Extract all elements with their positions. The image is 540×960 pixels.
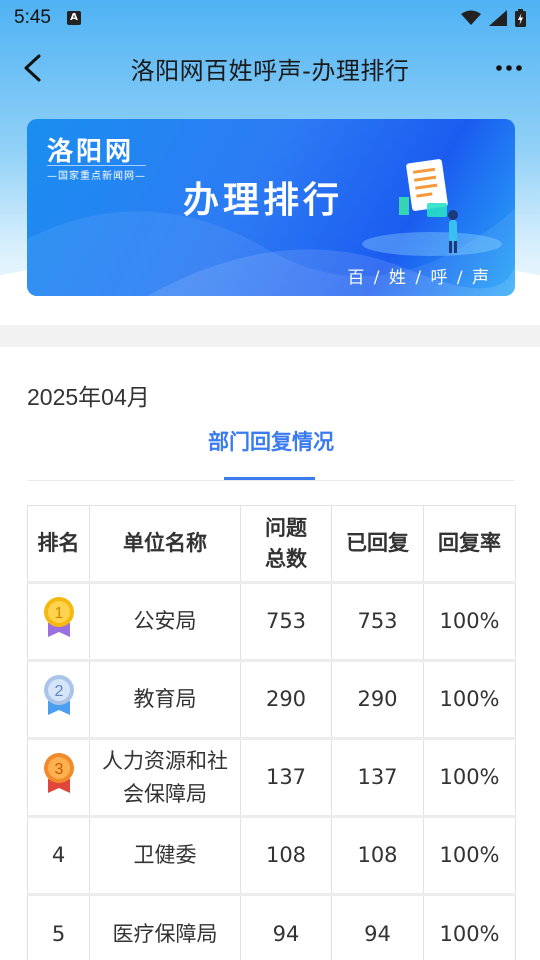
tab-bar: 部门回复情况 <box>27 418 515 481</box>
back-arrow-icon[interactable] <box>18 52 50 84</box>
gold-medal-icon: 1 <box>43 596 74 637</box>
bronze-medal-icon: 3 <box>43 752 74 793</box>
rank-cell: 4 <box>27 816 90 895</box>
header-unit: 单位名称 <box>89 505 241 583</box>
rate-cell: 100% <box>423 816 516 895</box>
table-row: 5 医疗保障局 94 94 100% <box>27 894 516 960</box>
signal-icon <box>489 10 507 26</box>
tab-active-indicator <box>224 477 315 480</box>
document-illustration-icon <box>399 159 458 253</box>
replied-cell: 753 <box>331 582 424 661</box>
rank-cell: 3 <box>27 738 90 817</box>
ranking-table: 排名 单位名称 问题总数 已回复 回复率 1 公安局 753 753 100% <box>27 505 516 960</box>
total-cell: 94 <box>240 894 332 960</box>
medal-number: 2 <box>54 683 63 700</box>
table-header-row: 排名 单位名称 问题总数 已回复 回复率 <box>27 505 516 583</box>
rate-cell: 100% <box>423 738 516 817</box>
replied-cell: 108 <box>331 816 424 895</box>
battery-icon <box>515 9 526 27</box>
rank-cell: 1 <box>27 582 90 661</box>
banner-title: 办理排行 <box>183 180 344 221</box>
rate-cell: 100% <box>423 582 516 661</box>
page-title: 洛阳网百姓呼声-办理排行 <box>130 56 410 85</box>
wifi-icon <box>461 10 481 25</box>
tab-department-reply[interactable]: 部门回复情况 <box>27 426 515 456</box>
banner-slogan: 百 / 姓 / 呼 / 声 <box>347 268 491 288</box>
header-total: 问题总数 <box>240 505 332 583</box>
notification-a-icon: A <box>66 11 81 25</box>
ranking-banner: 洛阳网 —国家重点新闻网— 办理排行 百 / 姓 / 呼 / 声 <box>27 119 515 296</box>
header-rate: 回复率 <box>423 505 516 583</box>
replied-cell: 137 <box>331 738 424 817</box>
rate-cell: 100% <box>423 660 516 739</box>
banner-logo-subtitle: —国家重点新闻网— <box>47 165 146 182</box>
table-row: 1 公安局 753 753 100% <box>27 582 516 661</box>
total-cell: 753 <box>240 582 332 661</box>
medal-number: 1 <box>54 605 63 622</box>
header-replied: 已回复 <box>331 505 424 583</box>
rate-cell: 100% <box>423 894 516 960</box>
rank-cell: 2 <box>27 660 90 739</box>
medal-number: 3 <box>54 761 63 778</box>
rank-cell: 5 <box>27 894 90 960</box>
more-options-icon[interactable] <box>492 54 526 82</box>
unit-name-cell: 卫健委 <box>89 816 241 895</box>
replied-cell: 94 <box>331 894 424 960</box>
silver-medal-icon: 2 <box>43 674 74 715</box>
unit-name-cell: 人力资源和社会保障局 <box>89 738 241 817</box>
header-rank: 排名 <box>27 505 90 583</box>
total-cell: 290 <box>240 660 332 739</box>
table-row: 2 教育局 290 290 100% <box>27 660 516 739</box>
banner-logo: 洛阳网 <box>47 137 135 167</box>
replied-cell: 290 <box>331 660 424 739</box>
section-divider <box>0 325 540 347</box>
table-row: 4 卫健委 108 108 100% <box>27 816 516 895</box>
unit-name-cell: 医疗保障局 <box>89 894 241 960</box>
table-row: 3 人力资源和社会保障局 137 137 100% <box>27 738 516 817</box>
total-cell: 108 <box>240 816 332 895</box>
month-label: 2025年04月 <box>27 384 150 410</box>
status-time: 5:45 <box>14 7 51 28</box>
unit-name-cell: 公安局 <box>89 582 241 661</box>
unit-name-cell: 教育局 <box>89 660 241 739</box>
total-cell: 137 <box>240 738 332 817</box>
status-bar: 5:45 A <box>0 0 540 36</box>
nav-header: 洛阳网百姓呼声-办理排行 <box>0 40 540 96</box>
